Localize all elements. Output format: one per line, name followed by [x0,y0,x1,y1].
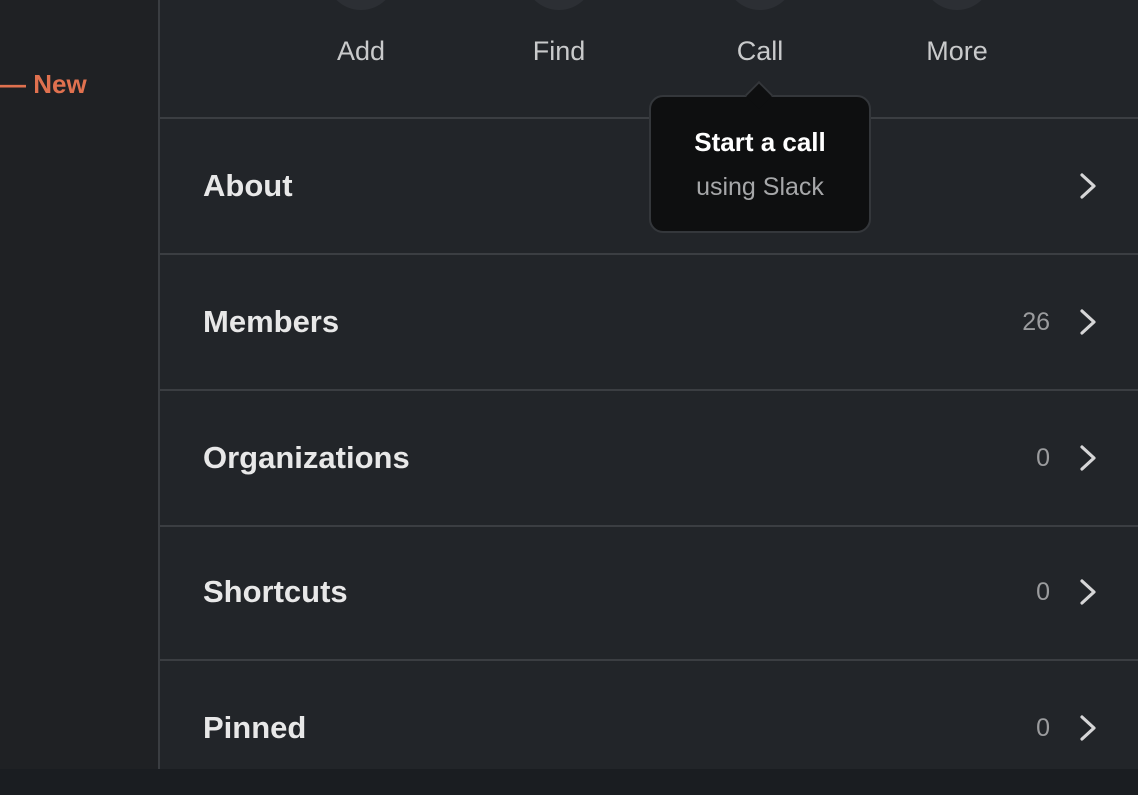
more-action-button[interactable]: More [887,0,1027,117]
more-icon[interactable] [922,0,992,10]
row-count: 0 [1036,714,1050,742]
more-action-label: More [926,36,988,66]
search-icon[interactable] [524,0,594,10]
chevron-right-icon [1080,445,1096,471]
details-row-shortcuts[interactable]: Shortcuts 0 [160,525,1138,661]
call-action-label: Call [736,36,784,66]
chevron-right-icon [1080,579,1096,605]
chevron-right-icon [1080,715,1096,741]
row-count: 26 [1022,308,1050,336]
call-tooltip: Start a call using Slack [649,80,871,233]
row-label: About [203,168,293,203]
find-action-label: Find [532,36,586,66]
new-divider-label: — New [0,68,87,99]
row-label: Pinned [203,710,307,745]
details-row-pinned[interactable]: Pinned 0 [160,661,1138,795]
add-action-button[interactable]: Add [291,0,431,117]
row-label: Shortcuts [203,574,348,609]
chevron-right-icon [1080,173,1096,199]
row-count: 0 [1036,578,1050,606]
add-icon[interactable] [326,0,396,10]
row-count: 0 [1036,444,1050,472]
channel-actions-bar: Add Find Call More [160,0,1138,119]
phone-icon[interactable] [725,0,795,10]
chevron-right-icon [1080,309,1096,335]
new-messages-divider: — New [0,66,87,102]
left-rail: — New [0,0,158,769]
tooltip-title: Start a call [694,127,826,157]
details-row-organizations[interactable]: Organizations 0 [160,391,1138,527]
tooltip-subtitle: using Slack [696,173,824,201]
find-action-button[interactable]: Find [489,0,629,117]
row-label: Members [203,304,340,339]
row-label: Organizations [203,440,410,475]
add-action-label: Add [336,36,386,66]
details-row-members[interactable]: Members 26 [160,255,1138,391]
